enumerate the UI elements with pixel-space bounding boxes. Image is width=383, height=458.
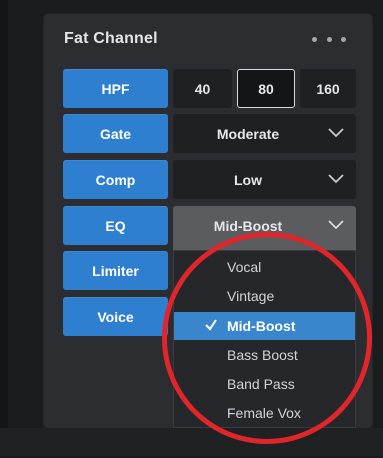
- chevron-down-icon: [328, 220, 344, 230]
- bottom-bar: [0, 428, 383, 456]
- menu-item-bass-boost[interactable]: Bass Boost: [174, 341, 355, 369]
- dot: [326, 36, 332, 42]
- menu-item-vintage[interactable]: Vintage: [174, 282, 355, 310]
- menu-item-band-pass[interactable]: Band Pass: [174, 370, 355, 398]
- eq-button[interactable]: EQ: [63, 206, 168, 245]
- gate-dropdown[interactable]: Moderate: [173, 114, 356, 153]
- eq-dropdown-menu: Vocal Vintage Mid-Boost Bass Boost Band …: [173, 250, 356, 428]
- gate-button[interactable]: Gate: [63, 114, 168, 153]
- hpf-option-160[interactable]: 160: [300, 69, 356, 108]
- chevron-down-icon: [328, 174, 344, 184]
- comp-dropdown-value: Low: [234, 171, 262, 188]
- menu-item-vocal[interactable]: Vocal: [174, 253, 355, 281]
- gate-dropdown-value: Moderate: [216, 125, 280, 142]
- left-edge-border: [0, 0, 8, 456]
- dot: [312, 36, 317, 42]
- panel-title: Fat Channel: [64, 30, 158, 47]
- comp-dropdown[interactable]: Low: [173, 160, 356, 199]
- eq-dropdown-value: Mid-Boost: [213, 218, 283, 234]
- menu-item-label: Female Vox: [227, 405, 301, 421]
- app-window: Fat Channel HPF 40 80 160 Gate Moderate …: [0, 0, 383, 458]
- menu-item-label: Bass Boost: [227, 347, 298, 363]
- hpf-option-80[interactable]: 80: [237, 69, 295, 108]
- eq-dropdown[interactable]: Mid-Boost: [173, 206, 356, 250]
- hpf-button[interactable]: HPF: [63, 69, 168, 108]
- menu-item-label: Vintage: [227, 288, 275, 304]
- menu-item-label: Vocal: [227, 259, 262, 275]
- dot: [341, 36, 346, 42]
- menu-item-mid-boost[interactable]: Mid-Boost: [174, 312, 355, 340]
- checkmark-icon: [205, 319, 217, 331]
- more-options-icon[interactable]: [312, 30, 346, 48]
- chevron-down-icon: [328, 128, 344, 138]
- voice-button[interactable]: Voice: [63, 297, 168, 336]
- menu-item-label: Band Pass: [227, 376, 295, 392]
- hpf-option-40[interactable]: 40: [173, 69, 232, 108]
- menu-item-female-vox[interactable]: Female Vox: [174, 399, 355, 427]
- limiter-button[interactable]: Limiter: [63, 251, 168, 290]
- comp-button[interactable]: Comp: [63, 160, 168, 199]
- menu-item-label: Mid-Boost: [227, 318, 296, 334]
